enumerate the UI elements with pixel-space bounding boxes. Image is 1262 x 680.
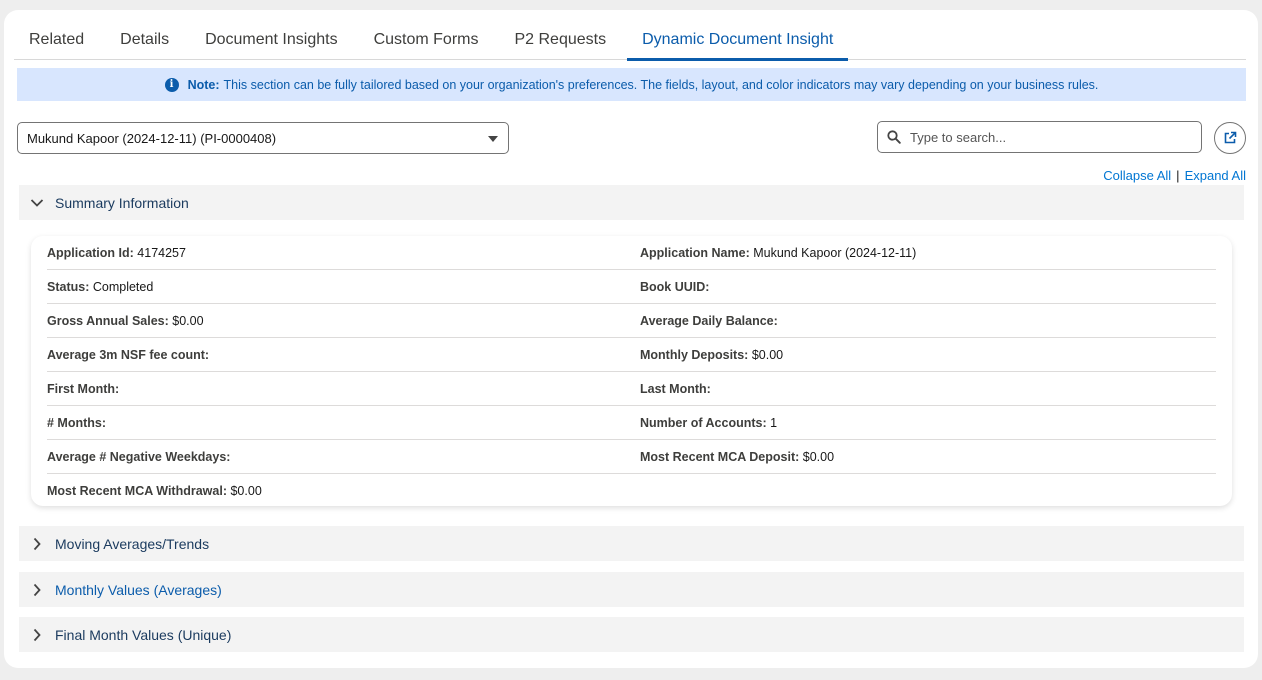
field-label: Last Month: bbox=[640, 382, 711, 396]
tab-p2-requests[interactable]: P2 Requests bbox=[499, 20, 621, 59]
field-label: Most Recent MCA Deposit: bbox=[640, 450, 800, 464]
tab-bar: Related Details Document Insights Custom… bbox=[14, 20, 1246, 61]
section-title-monthly-values: Monthly Values (Averages) bbox=[55, 581, 222, 598]
field-most-recent-mca-deposit: Most Recent MCA Deposit: $0.00 bbox=[640, 450, 834, 464]
field-label: Average # Negative Weekdays: bbox=[47, 450, 231, 464]
field-value: $0.00 bbox=[172, 314, 204, 328]
field-most-recent-mca-withdrawal: Most Recent MCA Withdrawal: $0.00 bbox=[47, 484, 262, 498]
row-divider bbox=[47, 337, 1216, 338]
external-link-icon bbox=[1224, 131, 1237, 144]
section-title-final-month-values: Final Month Values (Unique) bbox=[55, 626, 232, 643]
row-divider bbox=[47, 405, 1216, 406]
search-input[interactable] bbox=[910, 129, 1180, 145]
field-value: Completed bbox=[92, 280, 154, 294]
caret-down-icon bbox=[488, 136, 498, 142]
field-application-name: Application Name: Mukund Kapoor (2024-12… bbox=[640, 246, 916, 260]
tab-related[interactable]: Related bbox=[14, 20, 99, 59]
field-label: Most Recent MCA Withdrawal: bbox=[47, 484, 227, 498]
section-header-moving-averages[interactable]: Moving Averages/Trends bbox=[19, 526, 1244, 561]
field-avg-3m-nsf: Average 3m NSF fee count: bbox=[47, 348, 209, 362]
tab-details[interactable]: Details bbox=[105, 20, 184, 59]
chevron-right-icon bbox=[19, 537, 55, 551]
field-label: First Month: bbox=[47, 382, 120, 396]
field-application-id: Application Id: 4174257 bbox=[47, 246, 186, 260]
field-value: 1 bbox=[770, 416, 778, 430]
field-first-month: First Month: bbox=[47, 382, 119, 396]
field-status: Status: Completed bbox=[47, 280, 153, 294]
field-label: Gross Annual Sales: bbox=[47, 314, 169, 328]
field-label: Monthly Deposits: bbox=[640, 348, 749, 362]
field-monthly-deposits: Monthly Deposits: $0.00 bbox=[640, 348, 783, 362]
row-divider bbox=[47, 269, 1216, 270]
row-divider bbox=[47, 303, 1216, 304]
section-header-summary[interactable]: Summary Information bbox=[19, 185, 1244, 220]
field-label: # Months: bbox=[47, 416, 107, 430]
field-label: Number of Accounts: bbox=[640, 416, 767, 430]
section-title-summary: Summary Information bbox=[55, 194, 189, 211]
field-label: Average Daily Balance: bbox=[640, 314, 778, 328]
section-title-moving-averages: Moving Averages/Trends bbox=[55, 535, 210, 552]
field-label: Application Name: bbox=[640, 246, 750, 260]
field-average-daily-balance: Average Daily Balance: bbox=[640, 314, 778, 328]
info-icon: i bbox=[164, 77, 179, 92]
record-select[interactable]: Mukund Kapoor (2024-12-11) (PI-0000408) bbox=[17, 122, 509, 154]
field-value: $0.00 bbox=[802, 450, 835, 464]
tab-document-insights[interactable]: Document Insights bbox=[190, 20, 353, 59]
expand-all-link[interactable]: Expand All bbox=[1185, 168, 1246, 183]
chevron-right-icon bbox=[19, 583, 55, 597]
section-header-final-month-values[interactable]: Final Month Values (Unique) bbox=[19, 617, 1244, 652]
field-last-month: Last Month: bbox=[640, 382, 711, 396]
collapse-all-link[interactable]: Collapse All bbox=[1103, 168, 1171, 183]
field-value: $0.00 bbox=[230, 484, 262, 498]
chevron-down-icon bbox=[19, 198, 55, 208]
field-gross-annual-sales: Gross Annual Sales: $0.00 bbox=[47, 314, 204, 328]
field-months: # Months: bbox=[47, 416, 106, 430]
field-avg-negative-weekdays: Average # Negative Weekdays: bbox=[47, 450, 230, 464]
field-label: Application Id: bbox=[47, 246, 134, 260]
field-book-uuid: Book UUID: bbox=[640, 280, 709, 294]
field-label: Book UUID: bbox=[640, 280, 710, 294]
section-header-monthly-values[interactable]: Monthly Values (Averages) bbox=[19, 572, 1244, 607]
open-new-window-button[interactable] bbox=[1214, 122, 1246, 154]
link-separator: | bbox=[1176, 168, 1180, 183]
collapse-expand-links: Collapse All | Expand All bbox=[1103, 168, 1246, 183]
note-text: This section can be fully tailored based… bbox=[223, 77, 1099, 92]
field-value: 4174257 bbox=[137, 246, 186, 260]
field-value: $0.00 bbox=[751, 348, 784, 362]
field-label: Average 3m NSF fee count: bbox=[47, 348, 210, 362]
field-value: Mukund Kapoor (2024-12-11) bbox=[753, 246, 917, 260]
record-select-value: Mukund Kapoor (2024-12-11) (PI-0000408) bbox=[27, 130, 277, 146]
search-box bbox=[877, 121, 1202, 153]
field-label: Status: bbox=[47, 280, 90, 294]
note-banner: i Note: This section can be fully tailor… bbox=[17, 68, 1246, 101]
row-divider bbox=[47, 473, 1216, 474]
row-divider bbox=[47, 439, 1216, 440]
field-number-of-accounts: Number of Accounts: 1 bbox=[640, 416, 777, 430]
row-divider bbox=[47, 371, 1216, 372]
search-icon bbox=[887, 130, 901, 144]
tab-custom-forms[interactable]: Custom Forms bbox=[359, 20, 494, 59]
tab-dynamic-document-insight[interactable]: Dynamic Document Insight bbox=[627, 20, 849, 61]
chevron-right-icon bbox=[19, 628, 55, 642]
note-label: Note: bbox=[187, 77, 220, 92]
